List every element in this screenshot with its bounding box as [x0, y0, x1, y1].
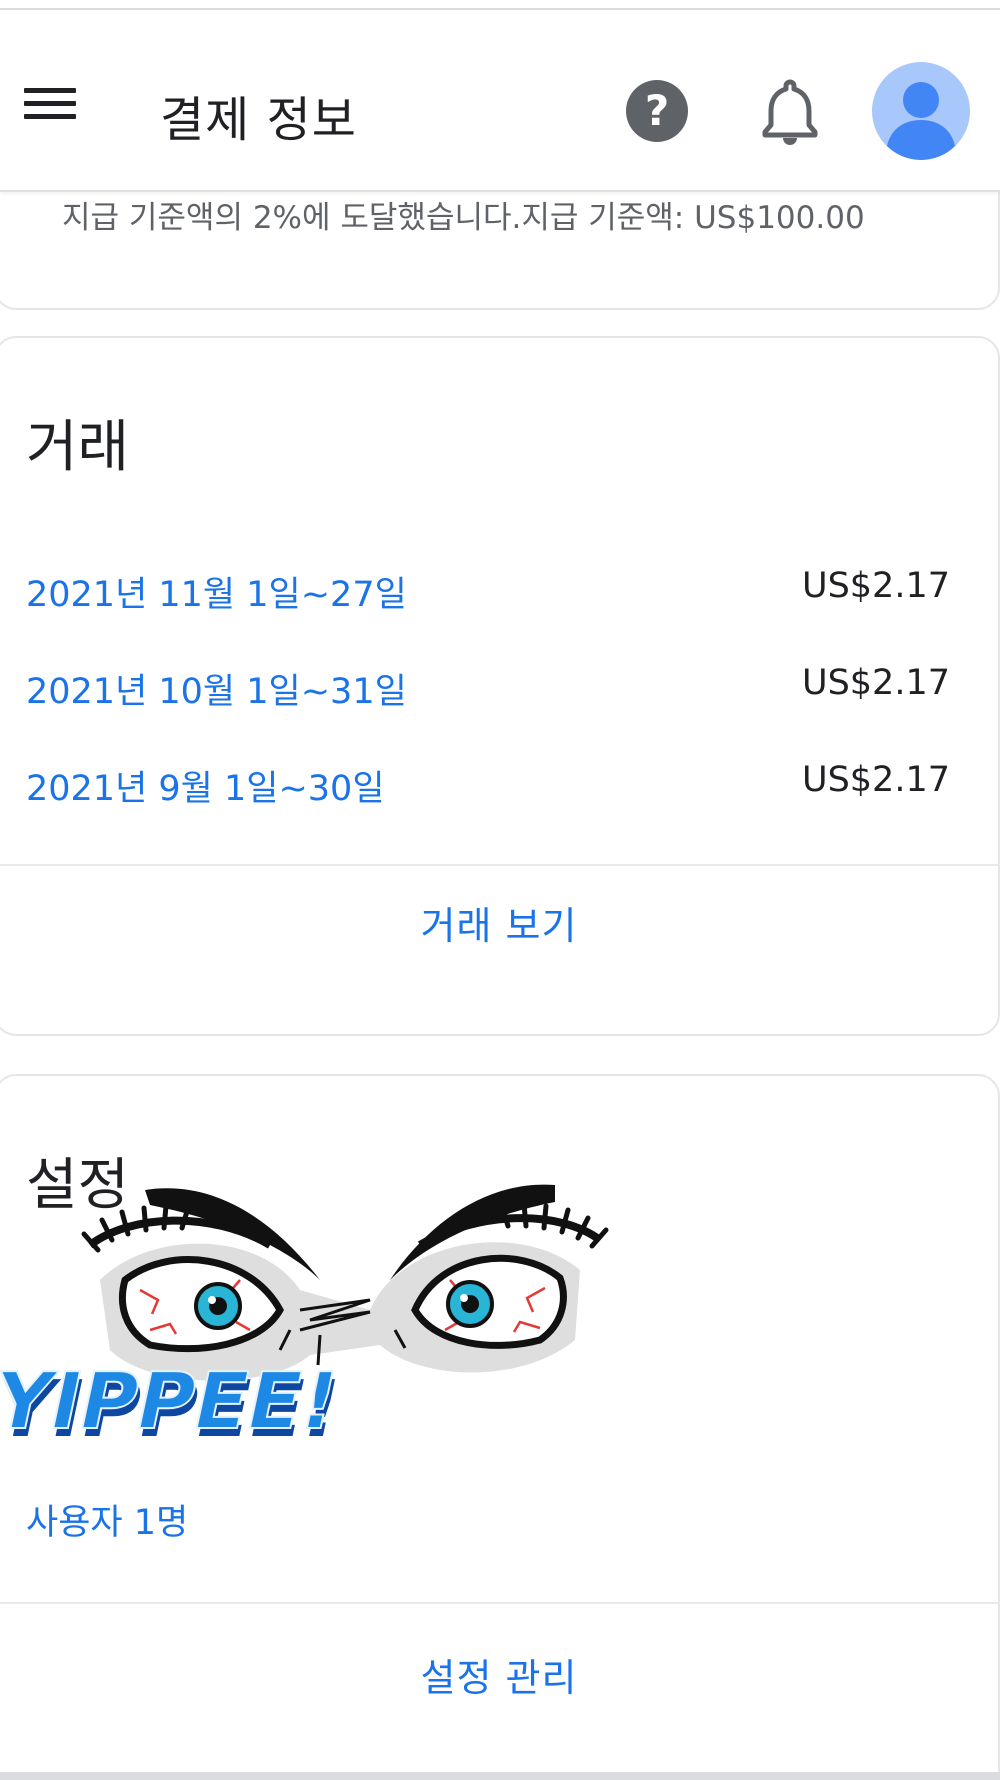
- view-transactions-button[interactable]: 거래 보기: [0, 866, 1000, 986]
- transaction-amount: US$2.17: [801, 663, 950, 703]
- bottom-edge: [0, 1772, 1000, 1780]
- settings-title: 설정: [26, 1153, 130, 1218]
- page-title: 결제 정보: [160, 92, 357, 148]
- transaction-row: 2021년 10월 1일~31일 US$2.17: [0, 651, 1000, 721]
- transaction-period-link[interactable]: 2021년 11월 1일~27일: [26, 566, 407, 617]
- users-link[interactable]: 사용자 1명: [26, 1494, 188, 1545]
- transactions-title: 거래: [26, 415, 130, 480]
- transaction-period-link[interactable]: 2021년 9월 1일~30일: [26, 760, 385, 811]
- help-circle-icon[interactable]: ?: [626, 80, 688, 142]
- app-bar: 결제 정보 ?: [0, 12, 1000, 192]
- account-avatar-icon[interactable]: [872, 62, 970, 160]
- transactions-card: 거래 2021년 11월 1일~27일 US$2.17 2021년 10월 1일…: [0, 336, 1000, 1036]
- transaction-row: 2021년 11월 1일~27일 US$2.17: [0, 554, 1000, 624]
- manage-settings-button[interactable]: 설정 관리: [0, 1618, 1000, 1738]
- hamburger-menu-icon[interactable]: [18, 72, 82, 136]
- settings-card: 설정 사용자 1명 설정 관리: [0, 1074, 1000, 1780]
- transaction-amount: US$2.17: [801, 566, 950, 606]
- transaction-row: 2021년 9월 1일~30일 US$2.17: [0, 748, 1000, 818]
- threshold-progress-text: 지급 기준액의 2%에 도달했습니다.지급 기준액: US$100.00: [62, 200, 865, 236]
- bell-icon[interactable]: [760, 76, 820, 146]
- divider: [0, 1602, 1000, 1604]
- transaction-amount: US$2.17: [801, 760, 950, 800]
- status-bar-strip: [0, 0, 1000, 10]
- transaction-period-link[interactable]: 2021년 10월 1일~31일: [26, 663, 407, 714]
- billing-page: 결제 정보 ? 지급 기준액의 2%에 도달했습니다.지급 기준액: US$10…: [0, 0, 1000, 1780]
